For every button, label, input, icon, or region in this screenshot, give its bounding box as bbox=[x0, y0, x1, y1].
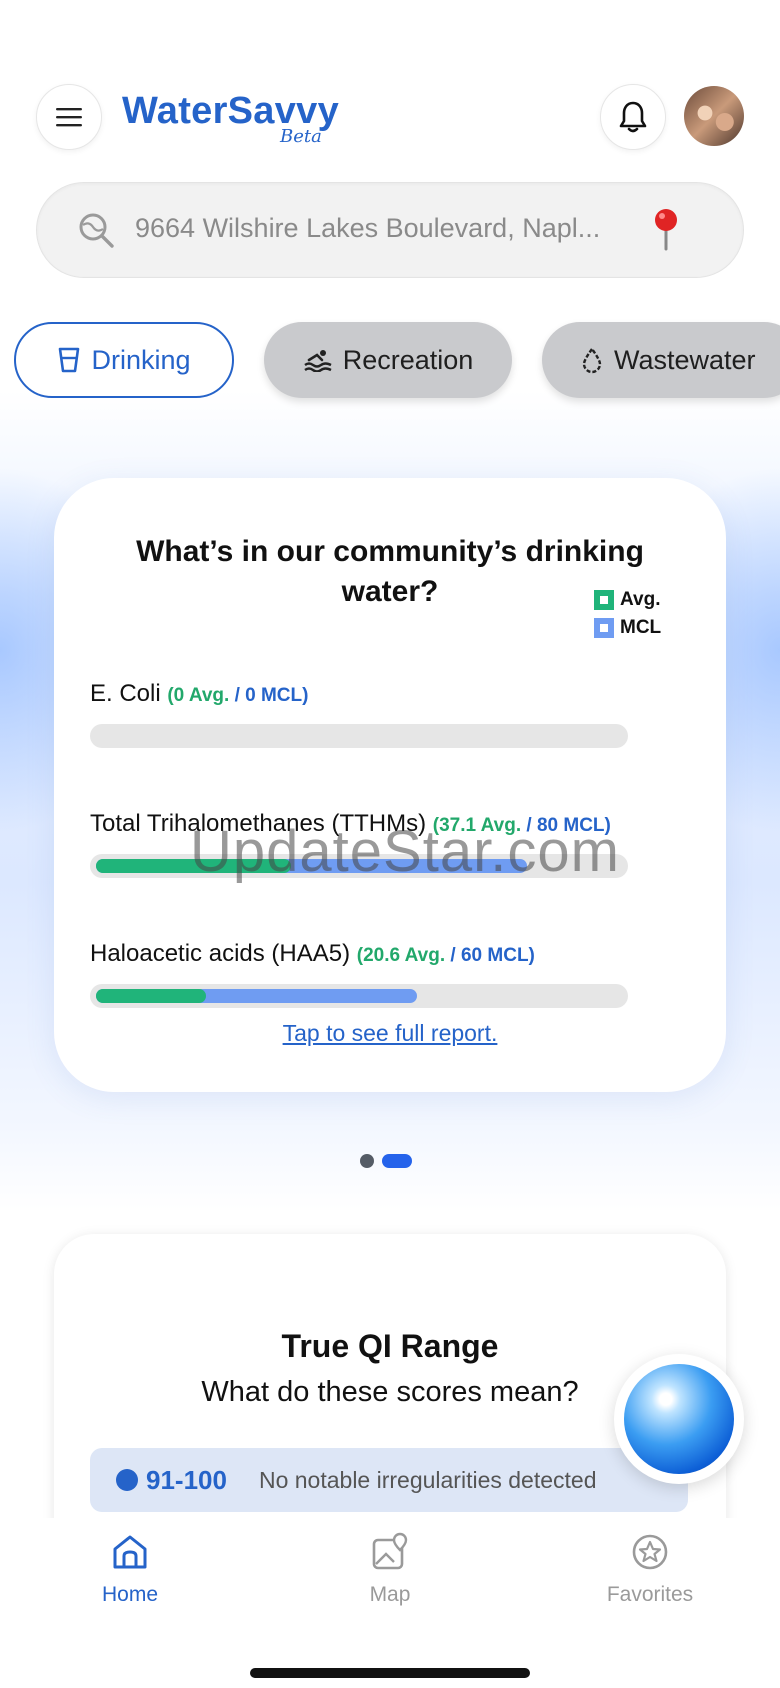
map-icon bbox=[372, 1532, 408, 1570]
metric-mcl-value: / 80 MCL) bbox=[521, 815, 611, 836]
cup-icon bbox=[59, 347, 80, 373]
location-pin-icon[interactable] bbox=[651, 207, 681, 251]
metric-bar-track bbox=[90, 854, 628, 878]
tab-drinking-label: Drinking bbox=[91, 344, 191, 375]
metric-name: Haloacetic acids (HAA5) bbox=[90, 940, 351, 967]
metric-name: Total Trihalomethanes (TTHMs) bbox=[90, 810, 427, 837]
nav-favorites-label: Favorites bbox=[606, 1583, 694, 1606]
tab-drinking[interactable]: Drinking bbox=[14, 322, 234, 398]
orb-icon bbox=[624, 1364, 734, 1474]
metric-bar-track bbox=[90, 724, 628, 748]
range-value: 91-100 bbox=[146, 1464, 227, 1495]
legend: Avg. MCL bbox=[594, 586, 661, 642]
tab-recreation-label: Recreation bbox=[342, 344, 474, 375]
beta-badge: Beta bbox=[280, 126, 322, 147]
metric-avg-value: (20.6 Avg. bbox=[356, 945, 446, 966]
nav-home[interactable]: Home bbox=[60, 1532, 200, 1607]
avg-bar bbox=[96, 859, 291, 873]
address-search-field[interactable]: 9664 Wilshire Lakes Boulevard, Napl... bbox=[36, 182, 744, 278]
metric-avg-value: (37.1 Avg. bbox=[432, 815, 522, 836]
nav-map-label: Map bbox=[369, 1583, 411, 1606]
contaminants-card: What’s in our community’s drinking water… bbox=[54, 478, 726, 1092]
hamburger-icon bbox=[56, 108, 82, 127]
legend-mcl-swatch bbox=[594, 618, 614, 638]
legend-mcl-label: MCL bbox=[620, 617, 662, 638]
metric-bar-track bbox=[90, 984, 628, 1008]
nav-favorites[interactable]: Favorites bbox=[580, 1532, 720, 1607]
notifications-button[interactable] bbox=[600, 84, 666, 150]
legend-avg-label: Avg. bbox=[620, 589, 661, 610]
tab-wastewater-label: Wastewater bbox=[614, 344, 756, 375]
search-icon bbox=[79, 213, 114, 248]
avatar[interactable] bbox=[684, 86, 744, 146]
bell-icon bbox=[619, 101, 647, 133]
metric-haa5: Haloacetic acids (HAA5) (20.6 Avg. / 60 … bbox=[90, 940, 650, 1008]
pager-dot-active[interactable] bbox=[382, 1154, 412, 1168]
metric-mcl-value: / 60 MCL) bbox=[445, 945, 535, 966]
full-report-link[interactable]: Tap to see full report. bbox=[54, 1020, 726, 1047]
tab-wastewater[interactable]: Wastewater bbox=[542, 322, 780, 398]
legend-avg: Avg. bbox=[594, 586, 661, 614]
assistant-orb-button[interactable] bbox=[614, 1354, 744, 1484]
metric-avg-value: (0 Avg. bbox=[167, 685, 230, 706]
search-input[interactable]: 9664 Wilshire Lakes Boulevard, Napl... bbox=[135, 213, 615, 244]
range-description: No notable irregularities detected bbox=[258, 1466, 597, 1493]
pager-dot[interactable] bbox=[360, 1154, 374, 1168]
swimmer-icon bbox=[303, 350, 332, 372]
legend-mcl: MCL bbox=[594, 614, 661, 642]
nav-map[interactable]: Map bbox=[320, 1532, 460, 1607]
metric-mcl-value: / 0 MCL) bbox=[229, 685, 309, 706]
top-bar: WaterSavvy Beta bbox=[0, 80, 780, 152]
bottom-nav: Home Map Favorites bbox=[0, 1518, 780, 1688]
app-logo: WaterSavvy Beta bbox=[122, 90, 339, 147]
qi-title: True QI Range bbox=[281, 1328, 499, 1364]
qi-range-row: 91-100 No notable irregularities detecte… bbox=[90, 1448, 688, 1512]
menu-button[interactable] bbox=[36, 84, 102, 150]
metric-name: E. Coli bbox=[90, 680, 161, 707]
range-dot-icon bbox=[116, 1469, 138, 1491]
drop-icon bbox=[582, 346, 602, 374]
avg-bar bbox=[96, 989, 207, 1003]
metric-ecoli: E. Coli (0 Avg. / 0 MCL) bbox=[90, 680, 650, 748]
star-icon bbox=[632, 1534, 668, 1570]
carousel-pager bbox=[360, 1154, 412, 1168]
home-indicator bbox=[250, 1668, 530, 1678]
home-icon bbox=[113, 1535, 147, 1569]
metric-tthms: Total Trihalomethanes (TTHMs) (37.1 Avg.… bbox=[90, 810, 650, 878]
tab-recreation[interactable]: Recreation bbox=[264, 322, 512, 398]
legend-avg-swatch bbox=[594, 590, 614, 610]
water-type-tabs: Drinking Recreation Wastewater bbox=[0, 322, 780, 402]
nav-home-label: Home bbox=[101, 1583, 159, 1606]
